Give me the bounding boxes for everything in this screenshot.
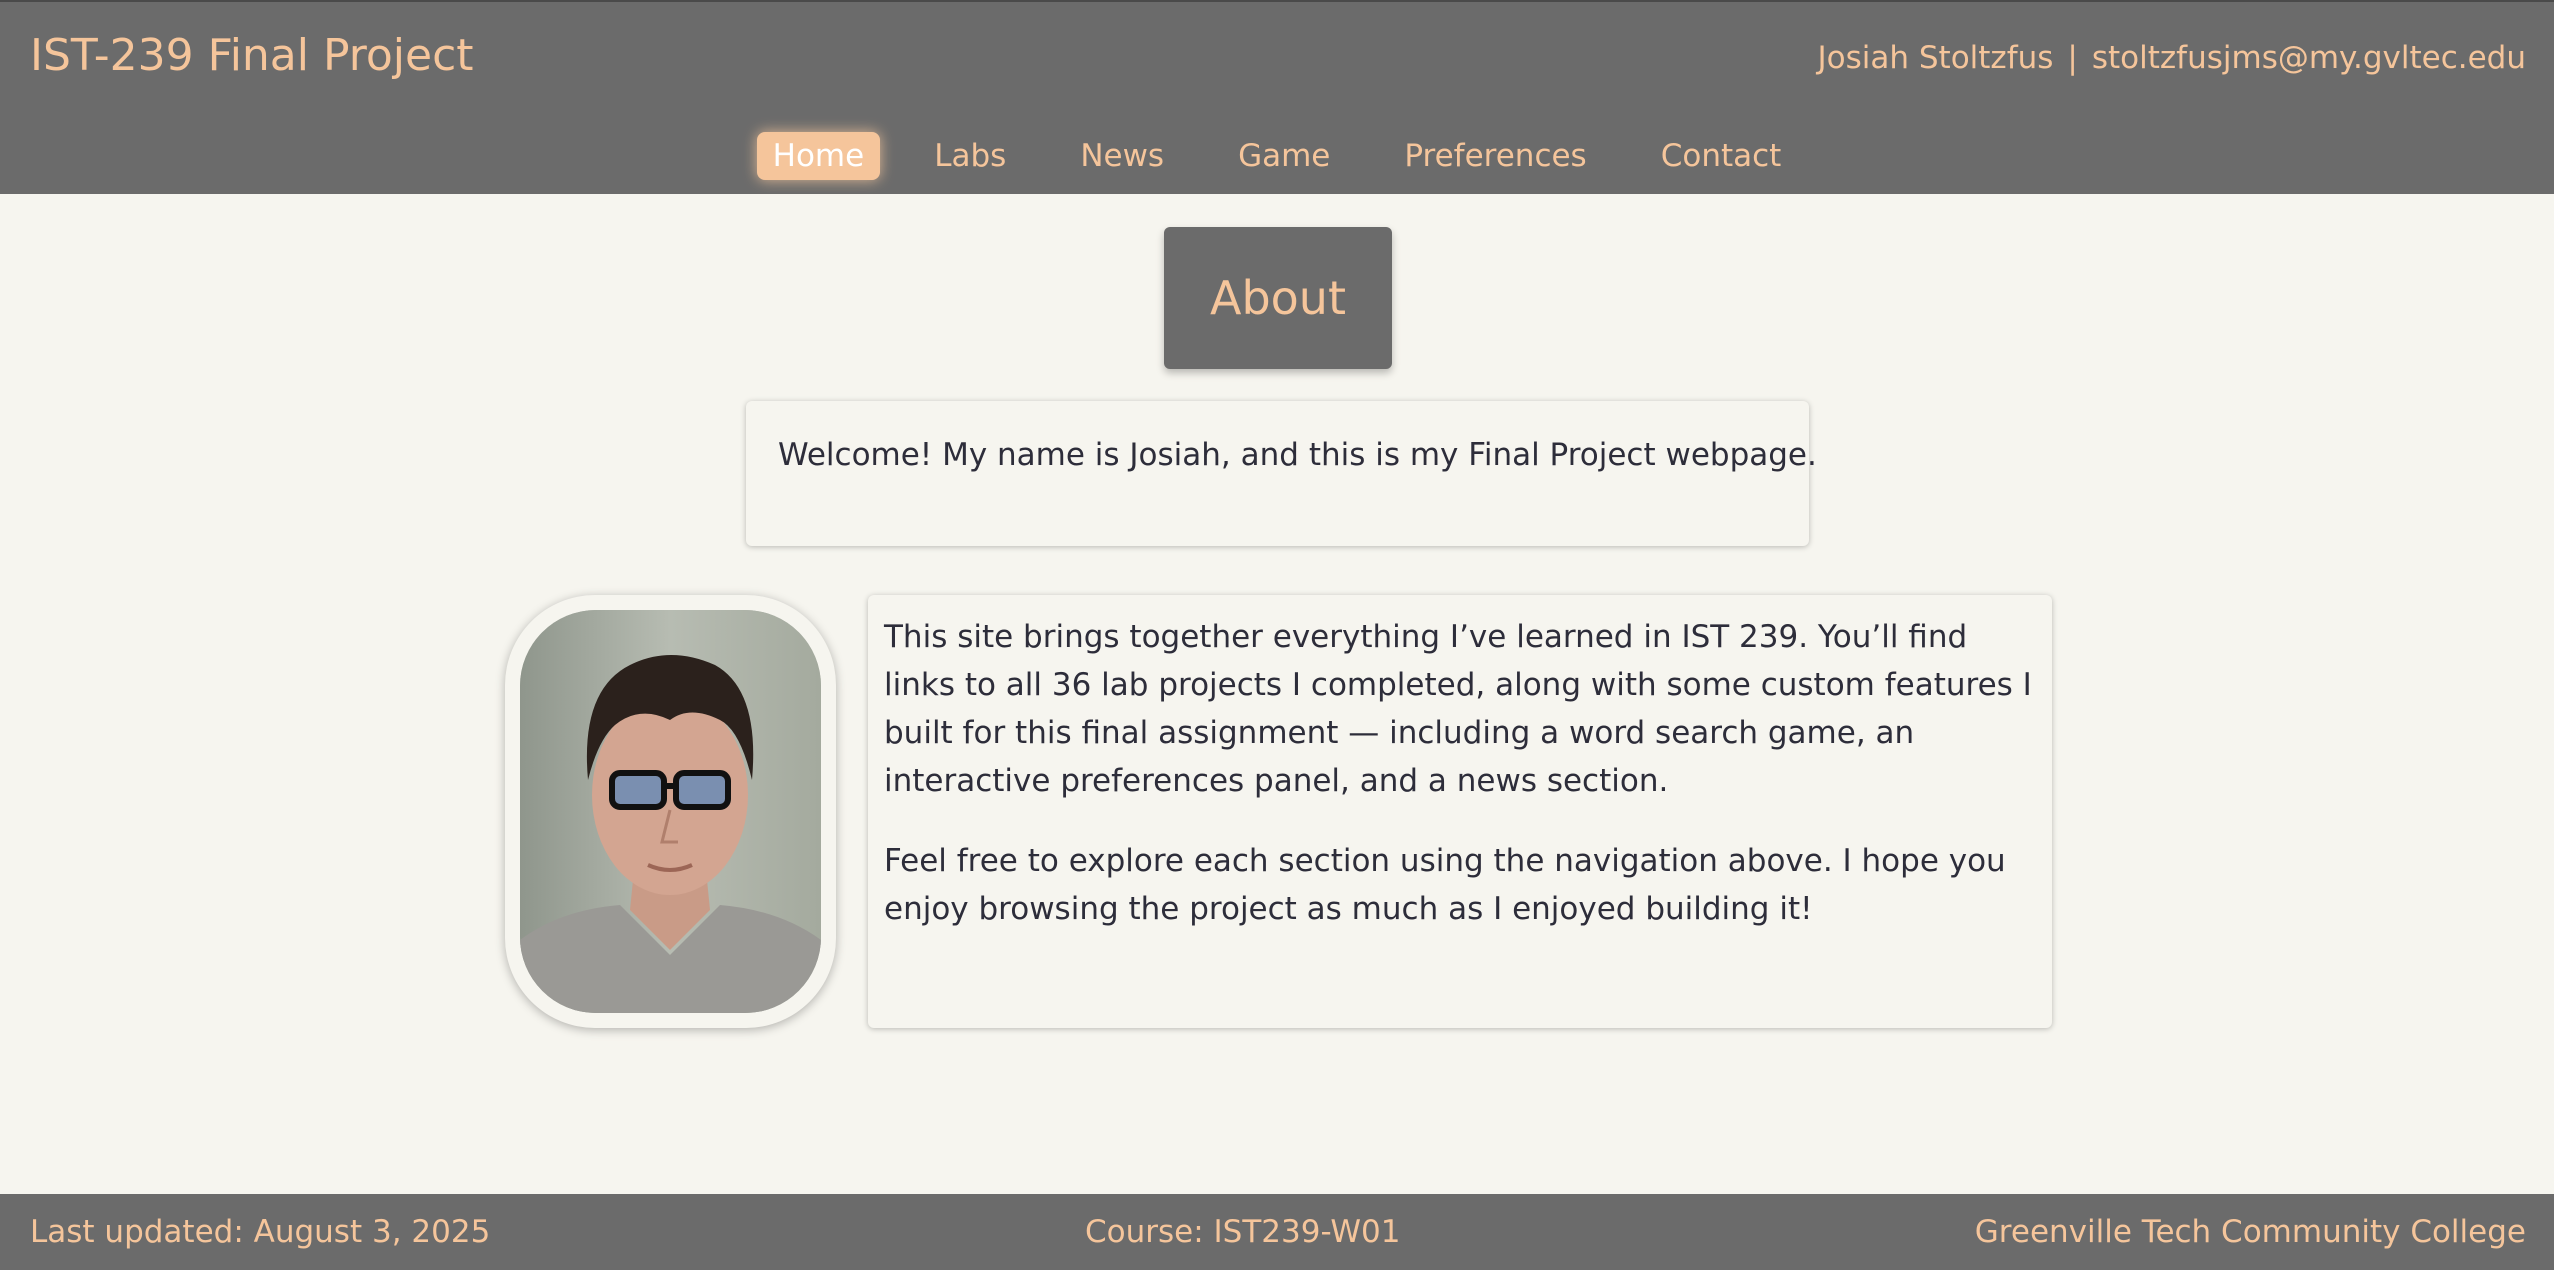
bio-card: This site brings together everything I’v…: [868, 595, 2052, 1028]
welcome-card: Welcome! My name is Josiah, and this is …: [746, 401, 1817, 546]
institution-name: Greenville Tech Community College: [1974, 1214, 2526, 1250]
main-nav: Home Labs News Game Preferences Contact: [0, 130, 2554, 182]
site-footer: Last updated: August 3, 2025 Course: IST…: [0, 1194, 2554, 1270]
author-email: stoltzfusjms@my.gvltec.edu: [2091, 40, 2526, 76]
profile-photo: [520, 610, 821, 1013]
section-title: About: [1164, 227, 1392, 369]
nav-item-labs[interactable]: Labs: [918, 132, 1022, 180]
nav-item-preferences[interactable]: Preferences: [1388, 132, 1602, 180]
site-title: IST-239 Final Project: [30, 30, 474, 81]
author-name: Josiah Stoltzfus: [1817, 40, 2054, 76]
nav-item-contact[interactable]: Contact: [1645, 132, 1798, 180]
nav-item-home[interactable]: Home: [756, 132, 881, 180]
bio-paragraph: Feel free to explore each section using …: [884, 843, 2006, 927]
site-header: IST-239 Final Project Josiah Stoltzfus | s…: [0, 0, 2554, 194]
profile-photo-frame: [505, 595, 836, 1028]
last-updated: Last updated: August 3, 2025: [30, 1214, 491, 1250]
nav-item-news[interactable]: News: [1064, 132, 1180, 180]
bio-paragraph: This site brings together everything I’v…: [884, 619, 2032, 799]
author-separator: |: [2067, 40, 2078, 76]
course-code: Course: IST239-W01: [1085, 1214, 1401, 1250]
nav-item-game[interactable]: Game: [1222, 132, 1346, 180]
user-info: Josiah Stoltzfus | stoltzfusjms@my.gvltec.…: [1818, 40, 2527, 76]
welcome-text: Welcome! My name is Josiah, and this is …: [778, 437, 1817, 473]
profile-photo-image: [520, 610, 821, 1013]
